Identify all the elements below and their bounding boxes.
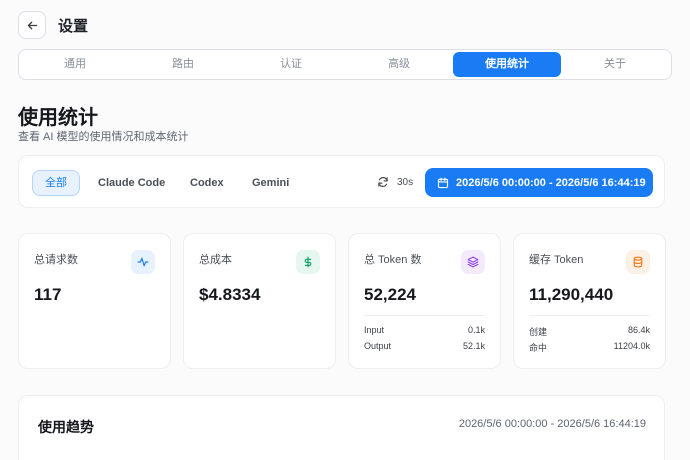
tab-advanced[interactable]: 高级 [345,52,453,77]
activity-icon [137,257,149,267]
stat-card-tokens: 总 Token 数 52,224 Input 0.1k Output 52.1k [348,233,501,369]
layers-icon [467,256,479,268]
refresh-icon [378,177,388,187]
arrow-left-icon [27,21,37,29]
date-range-label: 2026/5/6 00:00:00 - 2026/5/6 16:44:19 [456,176,646,189]
filter-bar: 全部 Claude Code Codex Gemini 30s 2026/5/6… [18,155,665,208]
card-icon-box [131,250,155,274]
filter-chip-all[interactable]: 全部 [32,170,80,196]
refresh-interval-button[interactable]: 30s [377,176,413,188]
usage-trend-card: 使用趋势 2026/5/6 00:00:00 - 2026/5/6 16:44:… [18,395,665,460]
tab-about[interactable]: 关于 [561,52,669,77]
card-value: 11,290,440 [529,285,614,304]
card-label: 总请求数 [34,254,78,266]
card-icon-box [461,250,485,274]
trend-title: 使用趋势 [38,419,94,435]
date-range-button[interactable]: 2026/5/6 00:00:00 - 2026/5/6 16:44:19 [425,168,653,197]
card-label: 缓存 Token [529,254,584,266]
token-row-input: Input 0.1k [364,325,485,335]
settings-page: 设置 通用 路由 认证 高级 使用统计 关于 使用统计 查看 AI 模型的使用情… [0,0,690,460]
row-value: 11204.0k [613,341,650,351]
section-title: 使用统计 [18,107,98,129]
back-button[interactable] [18,11,46,39]
tab-general[interactable]: 通用 [21,52,129,77]
cache-row-created: 创建 86.4k [529,325,650,338]
card-value: $4.8334 [199,285,261,304]
refresh-interval-label: 30s [397,176,414,188]
row-key: Input [364,325,385,335]
card-label: 总成本 [199,254,232,266]
stat-card-requests: 总请求数 117 [18,233,171,369]
card-label: 总 Token 数 [364,254,422,266]
section-subtitle: 查看 AI 模型的使用情况和成本统计 [18,131,189,143]
filter-chip-claude-code[interactable]: Claude Code [85,170,178,196]
row-value: 86.4k [627,325,650,335]
card-divider [529,315,650,316]
page-title: 设置 [58,17,89,35]
stat-card-cache: 缓存 Token 11,290,440 创建 86.4k 命中 11204.0k [513,233,666,369]
settings-tabs: 通用 路由 认证 高级 使用统计 关于 [18,49,672,80]
trend-date-range: 2026/5/6 00:00:00 - 2026/5/6 16:44:19 [458,418,646,430]
header: 设置 [18,11,88,39]
row-key: 创建 [529,327,548,337]
cache-row-hit: 命中 11204.0k [529,341,650,354]
calendar-icon [437,177,449,188]
filter-chip-gemini[interactable]: Gemini [239,170,302,196]
card-value: 52,224 [364,285,416,304]
card-value: 117 [34,285,62,304]
row-value: 52.1k [462,341,485,351]
card-divider [364,315,485,316]
tab-usage-stats[interactable]: 使用统计 [453,52,561,77]
row-key: Output [364,341,392,351]
token-row-output: Output 52.1k [364,341,485,351]
card-icon-box [296,250,320,274]
tab-routing[interactable]: 路由 [129,52,237,77]
row-key: 命中 [529,343,548,353]
stat-card-cost: 总成本 $4.8334 [183,233,336,369]
row-value: 0.1k [467,325,485,335]
filter-chip-codex[interactable]: Codex [177,170,237,196]
tab-auth[interactable]: 认证 [237,52,345,77]
card-icon-box [626,250,650,274]
dollar-icon [304,256,312,268]
database-icon [633,256,643,268]
